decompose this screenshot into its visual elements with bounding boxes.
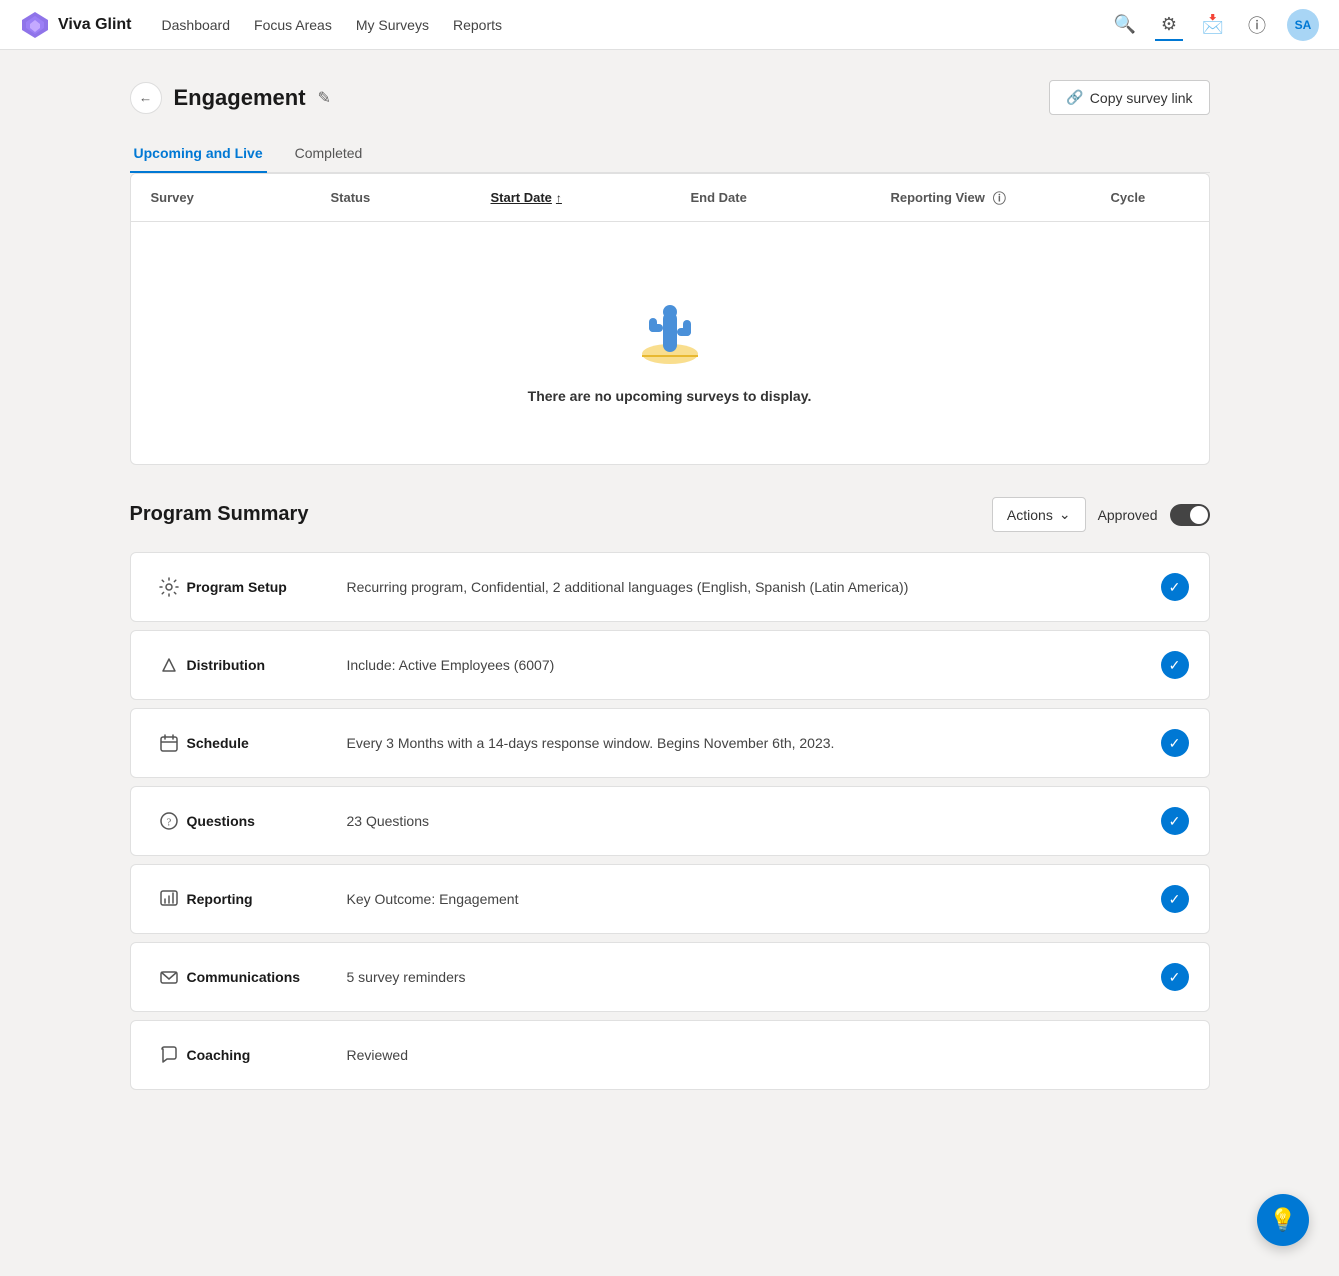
distribution-description: Include: Active Employees (6007): [347, 657, 1161, 673]
settings-icon[interactable]: ⚙: [1155, 11, 1183, 39]
row-program-setup: Program Setup Recurring program, Confide…: [130, 552, 1210, 622]
communications-description: 5 survey reminders: [347, 969, 1161, 985]
actions-label: Actions: [1007, 507, 1053, 523]
tab-completed[interactable]: Completed: [291, 135, 367, 173]
col-start-date[interactable]: Start Date ↑: [491, 188, 691, 207]
empty-state-message: There are no upcoming surveys to display…: [528, 388, 812, 404]
coaching-label: Coaching: [187, 1047, 347, 1063]
questions-label: Questions: [187, 813, 347, 829]
reporting-icon: [151, 881, 187, 917]
nav-reports[interactable]: Reports: [453, 13, 502, 37]
distribution-icon: [151, 647, 187, 683]
row-schedule: Schedule Every 3 Months with a 14-days r…: [130, 708, 1210, 778]
nav-my-surveys[interactable]: My Surveys: [356, 13, 429, 37]
fab-button[interactable]: 💡: [1257, 1194, 1309, 1246]
row-reporting: Reporting Key Outcome: Engagement ✓: [130, 864, 1210, 934]
program-setup-description: Recurring program, Confidential, 2 addit…: [347, 579, 1161, 595]
copy-survey-link-button[interactable]: 🔗 Copy survey link: [1049, 80, 1209, 115]
nav-right: 🔍 ⚙ 📩 ⓘ SA: [1111, 9, 1319, 41]
empty-state: There are no upcoming surveys to display…: [131, 222, 1209, 464]
tab-upcoming-live[interactable]: Upcoming and Live: [130, 135, 267, 173]
row-questions: ? Questions 23 Questions ✓: [130, 786, 1210, 856]
edit-icon[interactable]: ✎: [318, 88, 331, 108]
row-coaching: Coaching Reviewed: [130, 1020, 1210, 1090]
table-header: Survey Status Start Date ↑ End Date Repo…: [131, 174, 1209, 222]
nav-dashboard[interactable]: Dashboard: [162, 13, 231, 37]
actions-button[interactable]: Actions ⌄: [992, 497, 1086, 532]
svg-text:?: ?: [166, 818, 171, 829]
nav-links: Dashboard Focus Areas My Surveys Reports: [162, 13, 1111, 37]
search-icon[interactable]: 🔍: [1111, 11, 1139, 39]
page-header: ← Engagement ✎ 🔗 Copy survey link: [130, 80, 1210, 115]
communications-label: Communications: [187, 969, 347, 985]
distribution-check: ✓: [1161, 651, 1189, 679]
page-container: ← Engagement ✎ 🔗 Copy survey link Upcomi…: [110, 50, 1230, 1128]
distribution-label: Distribution: [187, 657, 347, 673]
schedule-description: Every 3 Months with a 14-days response w…: [347, 735, 1161, 751]
col-reporting-view: Reporting View ⓘ: [891, 188, 1111, 207]
reporting-description: Key Outcome: Engagement: [347, 891, 1161, 907]
copy-link-label: Copy survey link: [1090, 90, 1193, 106]
toggle-knob: [1190, 506, 1208, 524]
help-icon[interactable]: ⓘ: [1243, 11, 1271, 39]
row-distribution: Distribution Include: Active Employees (…: [130, 630, 1210, 700]
program-actions-area: Actions ⌄ Approved: [992, 497, 1210, 532]
approved-toggle[interactable]: [1170, 504, 1210, 526]
schedule-label: Schedule: [187, 735, 347, 751]
col-end-date: End Date: [691, 188, 891, 207]
communications-icon: [151, 959, 187, 995]
col-cycle: Cycle: [1111, 188, 1210, 207]
program-summary-title: Program Summary: [130, 503, 309, 526]
schedule-icon: [151, 725, 187, 761]
top-navigation: Viva Glint Dashboard Focus Areas My Surv…: [0, 0, 1339, 50]
link-icon: 🔗: [1066, 89, 1083, 106]
coaching-description: Reviewed: [347, 1047, 1161, 1063]
page-title: Engagement: [174, 85, 306, 111]
logo-area: Viva Glint: [20, 10, 132, 40]
header-left: ← Engagement ✎: [130, 82, 331, 114]
program-setup-label: Program Setup: [187, 579, 347, 595]
reporting-check: ✓: [1161, 885, 1189, 913]
sort-icon: ↑: [556, 191, 562, 205]
coaching-icon: [151, 1037, 187, 1073]
program-summary-header: Program Summary Actions ⌄ Approved: [130, 497, 1210, 532]
questions-check: ✓: [1161, 807, 1189, 835]
back-button[interactable]: ←: [130, 82, 162, 114]
reporting-help-icon[interactable]: ⓘ: [993, 188, 1006, 207]
row-communications: Communications 5 survey reminders ✓: [130, 942, 1210, 1012]
schedule-check: ✓: [1161, 729, 1189, 757]
coaching-no-check: [1161, 1041, 1189, 1069]
col-survey: Survey: [151, 188, 331, 207]
surveys-table: Survey Status Start Date ↑ End Date Repo…: [130, 173, 1210, 465]
questions-description: 23 Questions: [347, 813, 1161, 829]
gear-icon: [151, 569, 187, 605]
col-status: Status: [331, 188, 491, 207]
questions-icon: ?: [151, 803, 187, 839]
chevron-down-icon: ⌄: [1059, 506, 1071, 523]
empty-state-illustration: [625, 282, 715, 372]
logo-text: Viva Glint: [58, 16, 132, 34]
message-icon[interactable]: 📩: [1199, 11, 1227, 39]
program-summary-section: Program Summary Actions ⌄ Approved Progr…: [130, 497, 1210, 1090]
avatar[interactable]: SA: [1287, 9, 1319, 41]
logo-icon: [20, 10, 50, 40]
program-setup-check: ✓: [1161, 573, 1189, 601]
reporting-label: Reporting: [187, 891, 347, 907]
summary-rows: Program Setup Recurring program, Confide…: [130, 552, 1210, 1090]
approved-label: Approved: [1098, 507, 1158, 523]
nav-focus-areas[interactable]: Focus Areas: [254, 13, 332, 37]
tabs: Upcoming and Live Completed: [130, 135, 1210, 173]
communications-check: ✓: [1161, 963, 1189, 991]
